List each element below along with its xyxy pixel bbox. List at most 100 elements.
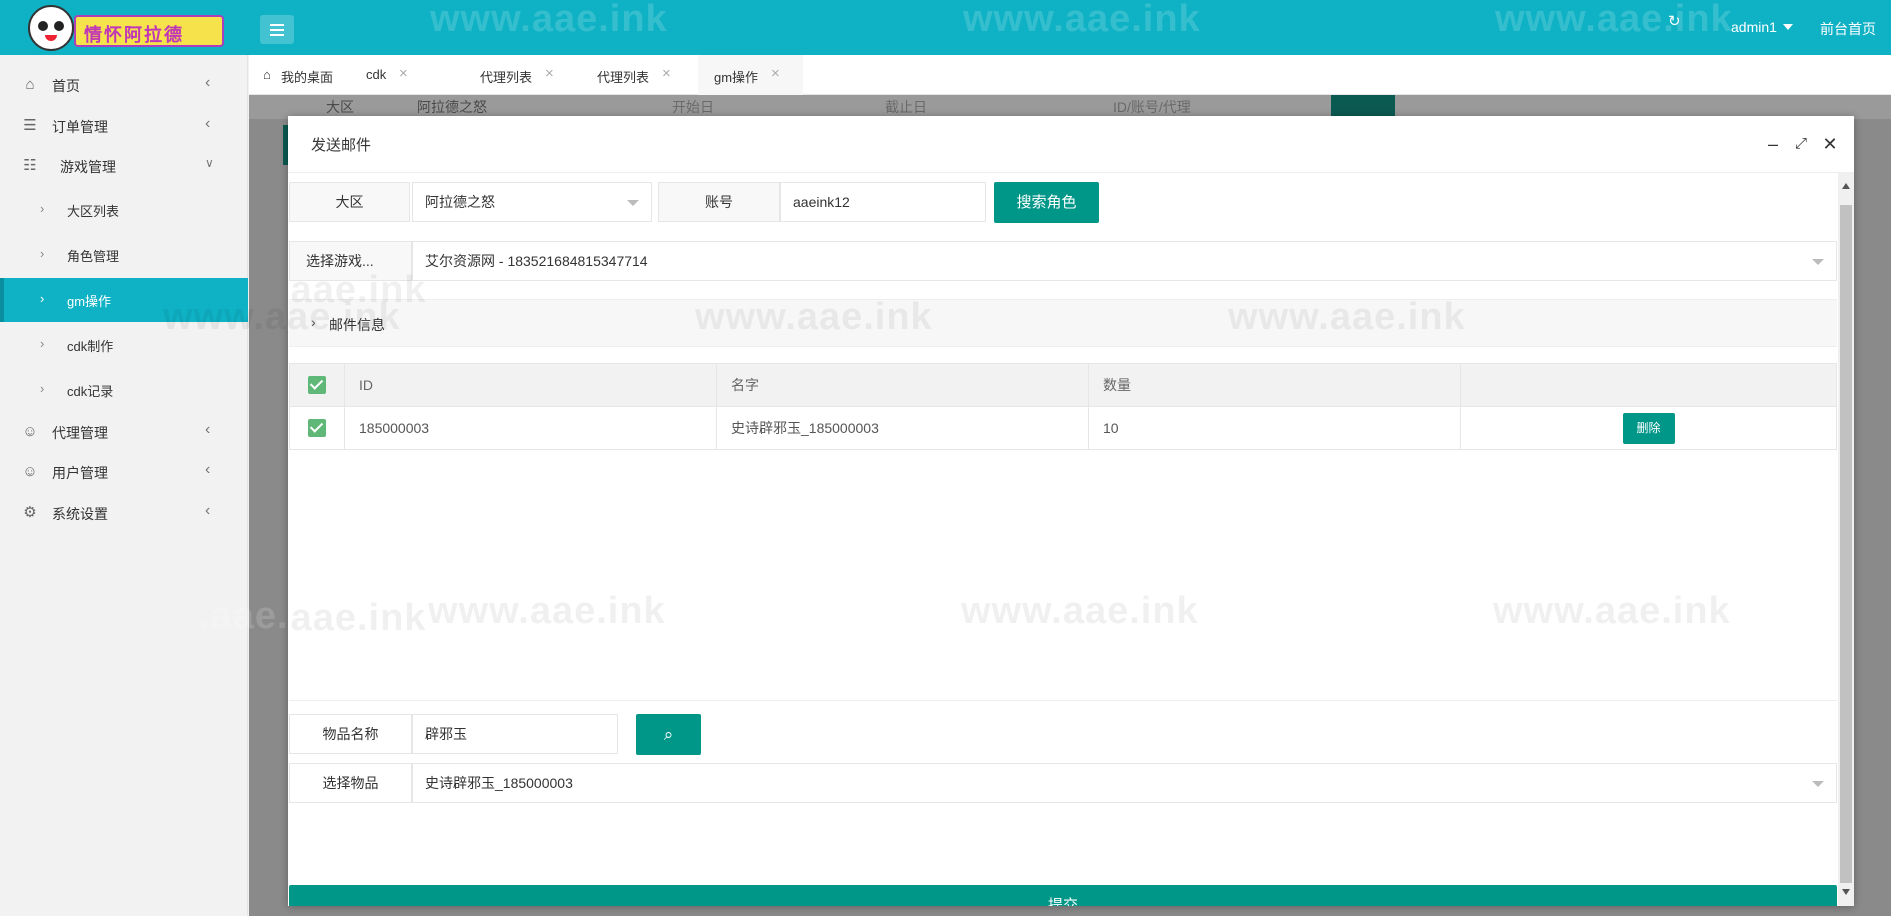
- send-mail-modal: 发送邮件 – ⤢ ✕ 大区 阿拉德之怒 账号 aaeink12 搜索角色 选择游…: [288, 116, 1854, 906]
- scroll-up-arrow[interactable]: [1842, 183, 1850, 189]
- file-icon: ☰: [23, 117, 37, 134]
- front-home-link[interactable]: 前台首页: [1820, 19, 1876, 39]
- sidebar-item-label: 代理管理: [52, 425, 108, 441]
- tab-gm[interactable]: gm操作 ×: [698, 55, 803, 95]
- scroll-thumb[interactable]: [1840, 205, 1852, 883]
- close-icon[interactable]: ×: [399, 65, 408, 82]
- modal-scrollbar[interactable]: [1838, 173, 1854, 906]
- item-select[interactable]: 史诗辟邪玉_185000003: [412, 763, 1837, 803]
- sidebar-item-home[interactable]: ⌂ 首页 ‹: [0, 63, 248, 107]
- watermark: .aae.ink: [289, 597, 427, 639]
- chevron-down-icon: [1812, 781, 1824, 787]
- top-header: 情怀阿拉德 ↻ admin1 前台首页: [0, 0, 1891, 55]
- tab-agents-2[interactable]: 代理列表 ×: [597, 55, 697, 95]
- scroll-down-arrow[interactable]: [1842, 889, 1850, 895]
- sidebar-item-users[interactable]: ☺ 用户管理 ‹: [0, 450, 248, 494]
- refresh-icon[interactable]: ↻: [1668, 14, 1682, 29]
- account-label: 账号: [658, 182, 780, 222]
- gear-icon: ⚙: [23, 504, 37, 521]
- checkbox-checked-icon: [308, 376, 326, 395]
- region-label: 大区: [289, 182, 410, 222]
- close-icon[interactable]: ×: [662, 65, 671, 82]
- checkbox-checked-icon: [308, 419, 326, 438]
- row-checkbox[interactable]: [289, 406, 345, 450]
- sidebar-subitem-roles[interactable]: › 角色管理: [0, 233, 248, 277]
- select-role-label: 选择游戏...: [289, 241, 412, 281]
- chevron-down-icon: ∨: [205, 156, 214, 170]
- item-name-input[interactable]: 辟邪玉: [412, 714, 618, 754]
- menu-toggle-button[interactable]: [260, 15, 294, 44]
- modal-title: 发送邮件: [311, 137, 372, 154]
- select-item-label: 选择物品: [289, 763, 412, 803]
- search-icon: ⌕: [663, 725, 674, 744]
- close-icon[interactable]: ×: [771, 65, 780, 82]
- table-row: 185000003 史诗辟邪玉_185000003 10 删除: [289, 406, 1837, 450]
- user-menu[interactable]: admin1: [1731, 19, 1793, 35]
- chevron-left-icon: ‹: [205, 502, 211, 519]
- sidebar-subitem-label: 角色管理: [67, 249, 120, 264]
- minimize-icon[interactable]: –: [1763, 134, 1783, 154]
- sidebar-item-settings[interactable]: ⚙ 系统设置 ‹: [0, 491, 248, 535]
- region-select-value: 阿拉德之怒: [425, 194, 495, 210]
- chevron-left-icon: ‹: [205, 461, 211, 478]
- region-select[interactable]: 阿拉德之怒: [412, 182, 652, 222]
- account-input[interactable]: aaeink12: [780, 182, 986, 222]
- chevron-right-icon: ›: [40, 336, 45, 351]
- sidebar-item-orders[interactable]: ☰ 订单管理 ‹: [0, 104, 248, 148]
- search-role-button[interactable]: 搜索角色: [994, 182, 1099, 223]
- maximize-icon[interactable]: ⤢: [1791, 134, 1811, 154]
- column-header-qty: 数量: [1088, 363, 1461, 407]
- sidebar-subitem-label: 大区列表: [67, 204, 120, 219]
- chevron-right-icon: ›: [40, 291, 45, 306]
- sitemap-icon: ☷: [23, 157, 37, 174]
- background-end-date: 截止日: [885, 99, 927, 115]
- role-select[interactable]: 艾尔资源网 - 183521684815347714: [412, 241, 1837, 281]
- sidebar-subitem-cdk-make[interactable]: › cdk制作: [0, 323, 248, 367]
- user-icon: ☺: [22, 423, 38, 440]
- home-icon: ⌂: [25, 76, 35, 93]
- sidebar-subitem-cdk-record[interactable]: › cdk记录: [0, 368, 248, 412]
- tab-bar: ⌂ 我的桌面 cdk × 代理列表 × 代理列表 × gm操作 ×: [249, 55, 1891, 95]
- modal-body: 大区 阿拉德之怒 账号 aaeink12 搜索角色 选择游戏... 艾尔资源网 …: [289, 173, 1837, 906]
- table-header-row: ID 名字 数量: [289, 363, 1837, 407]
- mail-info-label: 邮件信息: [329, 317, 385, 333]
- delete-button[interactable]: 删除: [1622, 412, 1675, 444]
- tab-label: 代理列表: [480, 70, 533, 85]
- chevron-right-icon: ›: [40, 246, 45, 261]
- divider: [289, 700, 1837, 701]
- sidebar-item-label: 游戏管理: [60, 159, 116, 175]
- close-icon[interactable]: ✕: [1820, 134, 1840, 154]
- chevron-down-icon: [1812, 259, 1824, 265]
- tab-agents-1[interactable]: 代理列表 ×: [480, 55, 580, 95]
- sidebar-item-agents[interactable]: ☺ 代理管理 ‹: [0, 410, 248, 454]
- sidebar-subitem-gm[interactable]: › gm操作: [0, 278, 248, 322]
- chevron-right-icon: ›: [311, 314, 316, 330]
- close-icon[interactable]: ×: [545, 65, 554, 82]
- home-icon: ⌂: [263, 67, 271, 82]
- role-select-value: 艾尔资源网 - 183521684815347714: [425, 253, 648, 269]
- tab-label: gm操作: [714, 70, 759, 85]
- sidebar-item-label: 首页: [52, 78, 80, 94]
- sidebar-item-game[interactable]: ☷ 游戏管理 ∨: [0, 144, 248, 188]
- site-logo[interactable]: 情怀阿拉德: [28, 5, 232, 51]
- user-icon: ☺: [22, 463, 38, 480]
- logo-mascot: [28, 5, 74, 51]
- chevron-right-icon: ›: [40, 381, 45, 396]
- user-name: admin1: [1731, 19, 1777, 35]
- submit-button[interactable]: 提交: [289, 885, 1837, 906]
- mail-info-collapse[interactable]: › 邮件信息: [289, 299, 1837, 347]
- logo-text: 情怀阿拉德: [84, 25, 184, 46]
- chevron-left-icon: ‹: [205, 115, 211, 132]
- items-table: ID 名字 数量 185000003 史诗辟邪玉_185000003 10 删除: [289, 363, 1837, 450]
- chevron-left-icon: ‹: [205, 74, 211, 91]
- tab-cdk[interactable]: cdk ×: [366, 55, 436, 95]
- modal-header: 发送邮件 – ⤢ ✕: [288, 116, 1854, 173]
- tab-label: 我的桌面: [281, 70, 334, 85]
- tab-desktop[interactable]: ⌂ 我的桌面: [263, 55, 355, 95]
- sidebar-item-label: 订单管理: [52, 119, 108, 135]
- row-name: 史诗辟邪玉_185000003: [716, 406, 1089, 450]
- select-all-checkbox[interactable]: [289, 363, 345, 407]
- item-search-button[interactable]: ⌕: [636, 714, 701, 755]
- sidebar-subitem-label: cdk制作: [67, 339, 114, 354]
- sidebar-subitem-regions[interactable]: › 大区列表: [0, 188, 248, 232]
